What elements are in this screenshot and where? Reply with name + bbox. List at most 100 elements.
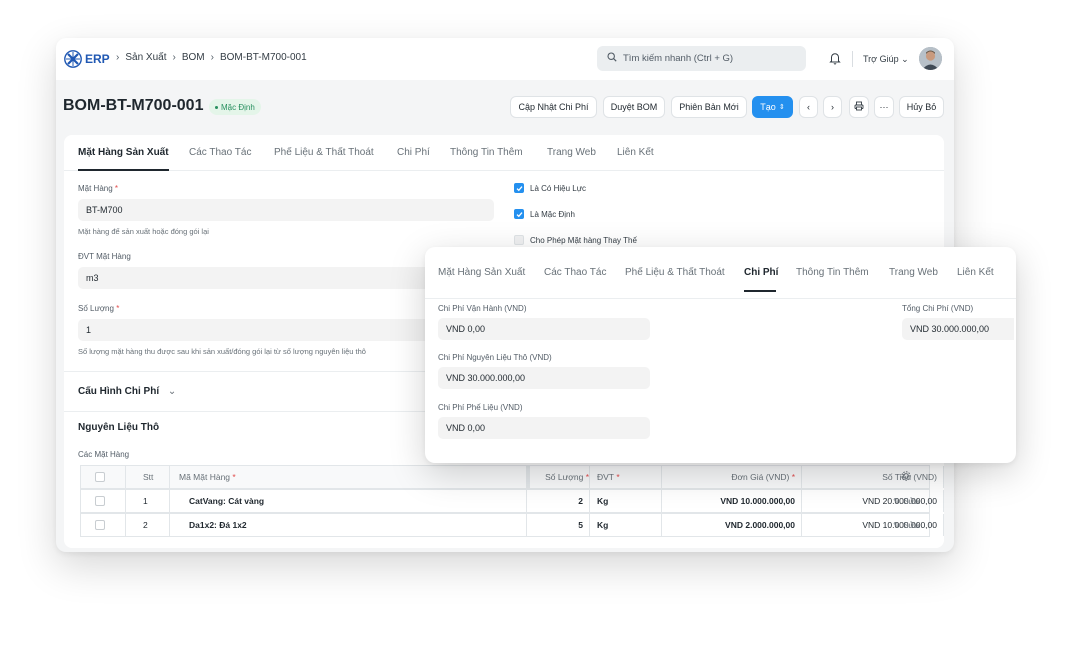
operating-cost-field[interactable]: VND 0,00 xyxy=(438,318,650,340)
row-edit-button[interactable]: ✎ Sửa xyxy=(893,514,919,536)
scrap-cost-field[interactable]: VND 0,00 xyxy=(438,417,650,439)
breadcrumb: › Sản Xuất › BOM › BOM-BT-M700-001 xyxy=(116,52,307,63)
brand-logo[interactable]: ERP xyxy=(64,50,110,68)
item-field-label: Mặt Hàng * xyxy=(78,184,118,193)
raw-material-cost-field[interactable]: VND 30.000.000,00 xyxy=(438,367,650,389)
updown-icon: ⇕ xyxy=(778,104,785,111)
col-header-no: Stt xyxy=(143,472,154,482)
row-checkbox[interactable] xyxy=(95,490,105,512)
form-tabs: Mặt Hàng Sản Xuất Các Thao Tác Phế Liệu … xyxy=(64,135,944,171)
checkbox-unchecked-icon xyxy=(95,472,105,482)
uom-header-text: ĐVT xyxy=(597,472,614,482)
row-checkbox[interactable] xyxy=(95,514,105,536)
row-item-code[interactable]: CatVang: Cát vàng xyxy=(189,490,264,512)
create-button[interactable]: Tạo ⇕ xyxy=(752,96,793,118)
select-all-checkbox[interactable] xyxy=(95,466,105,488)
cancel-button[interactable]: Hủy Bỏ xyxy=(899,96,944,118)
item-field[interactable]: BT-M700 xyxy=(78,199,494,221)
prev-button[interactable]: ‹ xyxy=(799,96,818,118)
required-mark: * xyxy=(232,472,236,482)
gear-icon xyxy=(901,471,911,483)
next-button[interactable]: › xyxy=(823,96,842,118)
approve-bom-button[interactable]: Duyệt BOM xyxy=(603,96,665,118)
col-header-rate: Đơn Giá (VND) * xyxy=(661,466,795,488)
table-row[interactable]: 1 CatVang: Cát vàng 2 Kg VND 10.000.000,… xyxy=(80,489,944,513)
breadcrumb-item-current[interactable]: BOM-BT-M700-001 xyxy=(220,52,307,63)
tab-costing[interactable]: Chi Phí xyxy=(397,147,430,158)
required-mark: * xyxy=(116,304,120,313)
tab-production-item[interactable]: Mặt Hàng Sản Xuất xyxy=(78,147,169,158)
update-cost-button[interactable]: Cập Nhật Chi Phí xyxy=(510,96,597,118)
tab-more-info[interactable]: Thông Tin Thêm xyxy=(450,147,523,158)
table-row[interactable]: 2 Da1x2: Đá 1x2 5 Kg VND 2.000.000,00 VN… xyxy=(80,513,944,537)
scrap-cost-label: Chi Phí Phế Liệu (VND) xyxy=(438,403,523,412)
tab-costing[interactable]: Chi Phí xyxy=(744,267,778,278)
tab-operations[interactable]: Các Thao Tác xyxy=(189,147,251,158)
rate-header-text: Đơn Giá (VND) xyxy=(731,472,790,482)
allow-alternative-checkbox[interactable]: Cho Phép Mặt hàng Thay Thế xyxy=(514,235,637,245)
required-mark: * xyxy=(616,472,620,482)
table-settings-button[interactable] xyxy=(901,466,911,488)
row-edit-button[interactable]: ✎ Sửa xyxy=(893,490,919,512)
qty-field-label: Số Lượng * xyxy=(78,304,119,313)
cost-config-title: Cấu Hình Chi Phí xyxy=(78,386,160,397)
qty-label-text: Số Lượng xyxy=(78,304,114,313)
column-divider xyxy=(169,466,170,488)
is-default-checkbox[interactable]: Là Mặc Định xyxy=(514,209,575,219)
col-header-item-code: Mã Mặt Hàng * xyxy=(179,466,236,488)
costing-panel-overlay: Mặt Hàng Sản Xuất Các Thao Tác Phế Liệu … xyxy=(425,247,1016,463)
costing-panel-tabs: Mặt Hàng Sản Xuất Các Thao Tác Phế Liệu … xyxy=(425,247,1016,299)
item-label-text: Mặt Hàng xyxy=(78,184,113,193)
breadcrumb-item-manufacturing[interactable]: Sản Xuất xyxy=(125,52,166,63)
tab-website[interactable]: Trang Web xyxy=(547,147,596,158)
active-tab-indicator xyxy=(78,169,169,171)
edit-label: Sửa xyxy=(903,520,920,530)
breadcrumb-item-bom[interactable]: BOM xyxy=(182,52,205,63)
qty-header-text: Số Lượng xyxy=(545,472,584,482)
tab-website[interactable]: Trang Web xyxy=(889,267,938,278)
chevron-right-icon: › xyxy=(210,52,214,63)
bell-icon[interactable] xyxy=(828,51,842,65)
cost-config-section[interactable]: Cấu Hình Chi Phí ⌄ xyxy=(78,386,176,397)
column-divider xyxy=(943,490,944,512)
row-rate[interactable]: VND 10.000.000,00 xyxy=(661,490,795,512)
active-tab-indicator xyxy=(744,290,776,292)
new-version-button[interactable]: Phiên Bản Mới xyxy=(671,96,747,118)
page-title: BOM-BT-M700-001 xyxy=(63,97,204,114)
row-qty[interactable]: 2 xyxy=(527,490,583,512)
tab-scrap-loss[interactable]: Phế Liệu & Thất Thoát xyxy=(274,147,374,158)
row-uom[interactable]: Kg xyxy=(597,514,608,536)
tab-scrap-loss[interactable]: Phế Liệu & Thất Thoát xyxy=(625,267,725,278)
operating-cost-label: Chi Phí Vận Hành (VND) xyxy=(438,304,527,313)
row-item-code[interactable]: Da1x2: Đá 1x2 xyxy=(189,514,247,536)
stage: ERP › Sản Xuất › BOM › BOM-BT-M700-001 T… xyxy=(0,0,1080,653)
status-badge: Mặc Định xyxy=(209,99,261,115)
total-cost-field[interactable]: VND 30.000.000,00 xyxy=(902,318,1014,340)
is-active-checkbox[interactable]: Là Có Hiệu Lực xyxy=(514,183,586,193)
column-divider xyxy=(943,514,944,536)
column-divider xyxy=(589,514,590,536)
column-divider xyxy=(125,490,126,512)
chevron-right-icon: › xyxy=(116,52,120,63)
row-uom[interactable]: Kg xyxy=(597,490,608,512)
tab-more-info[interactable]: Thông Tin Thêm xyxy=(796,267,869,278)
help-dropdown[interactable]: Trợ Giúp ⌄ xyxy=(863,54,909,65)
page-header: BOM-BT-M700-001 Mặc Định Cập Nhật Chi Ph… xyxy=(56,80,954,132)
create-label: Tạo xyxy=(760,102,776,112)
search-input[interactable]: Tìm kiếm nhanh (Ctrl + G) xyxy=(597,46,806,71)
row-qty[interactable]: 5 xyxy=(527,514,583,536)
avatar[interactable] xyxy=(919,47,942,70)
tab-operations[interactable]: Các Thao Tác xyxy=(544,267,606,278)
tab-production-item[interactable]: Mặt Hàng Sản Xuất xyxy=(438,267,525,278)
tab-connections[interactable]: Liên Kết xyxy=(617,147,654,158)
brand-name: ERP xyxy=(85,52,110,66)
status-dot-icon xyxy=(215,105,218,109)
navbar-divider xyxy=(852,51,853,67)
status-text: Mặc Định xyxy=(221,102,255,112)
print-button[interactable] xyxy=(849,96,869,118)
checkbox-unchecked-icon xyxy=(514,235,524,245)
more-button[interactable]: ··· xyxy=(874,96,894,118)
column-divider xyxy=(169,514,170,536)
row-rate[interactable]: VND 2.000.000,00 xyxy=(661,514,795,536)
tab-connections[interactable]: Liên Kết xyxy=(957,267,994,278)
